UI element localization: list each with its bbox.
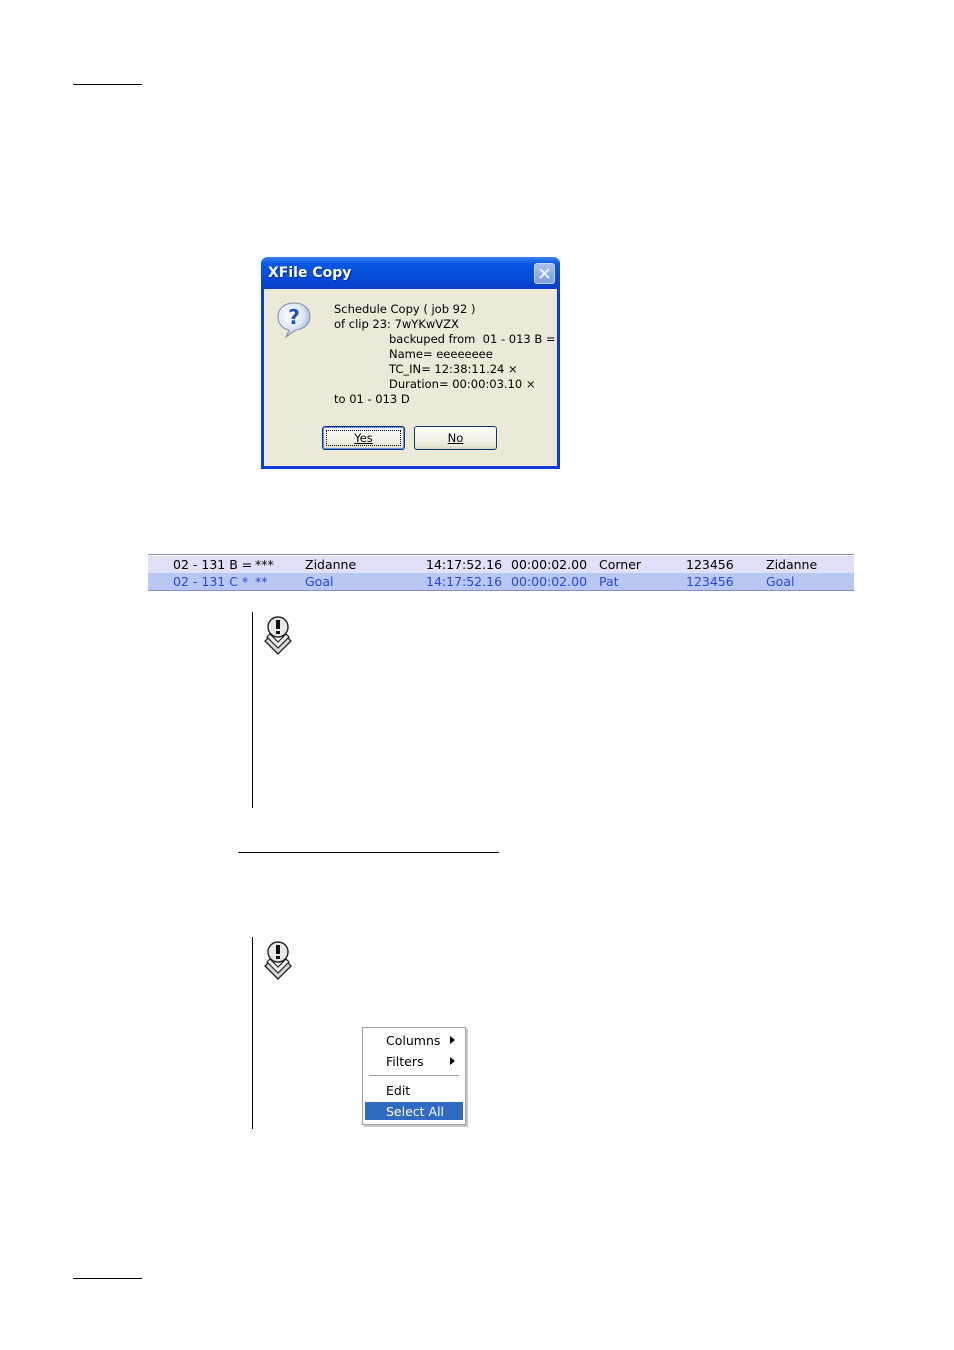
menu-item-label: Filters [386,1054,424,1069]
menu-item-label: Edit [386,1083,411,1098]
cell-duration: 00:00:02.00 [511,574,588,589]
cell-duration: 00:00:02.00 [511,557,588,572]
close-icon [539,268,550,279]
menu-item-label: Columns [386,1033,441,1048]
message-line-7: to 01 - 013 D [334,392,410,406]
cell-tc-in: 14:17:52.16 [426,557,503,572]
menu-item-select-all[interactable]: Select All [365,1102,463,1120]
section-rule [238,852,499,853]
note-bar [252,937,253,1129]
message-line-4: Name= eeeeeeee [389,347,493,361]
message-line-1: Schedule Copy ( job 92 ) [334,302,476,316]
no-button-label: No [447,431,464,445]
cell-code: 123456 [686,574,734,589]
cell-rating: ** [255,574,268,589]
dialog-titlebar[interactable]: XFile Copy [261,257,560,289]
note-icon [264,616,292,655]
submenu-arrow-icon [450,1036,455,1044]
yes-button[interactable]: Yes [322,426,405,450]
cell-player: Goal [766,574,795,589]
clip-table: 02 - 131 B = *** Zidanne 14:17:52.16 00:… [148,554,854,591]
menu-item-filters[interactable]: Filters [365,1052,463,1070]
xfile-copy-dialog: XFile Copy ? Schedule Copy ( job 92 ) of… [261,257,560,469]
message-line-2: of clip 23: 7wYKwVZX [334,317,459,331]
no-button[interactable]: No [414,426,497,450]
cell-keyword: Corner [599,557,642,572]
cell-id: 02 - 131 C * [173,574,249,589]
cell-keyword: Pat [599,574,619,589]
cell-tc-in: 14:17:52.16 [426,574,503,589]
cell-rating: *** [255,557,274,572]
cell-name: Goal [305,574,334,589]
cell-name: Zidanne [305,557,357,572]
note-bar [252,612,253,808]
cell-id: 02 - 131 B = [173,557,253,572]
menu-item-edit[interactable]: Edit [365,1081,463,1099]
cell-code: 123456 [686,557,734,572]
message-line-5: TC_IN= 12:38:11.24 × [389,362,518,376]
table-row[interactable]: 02 - 131 B = *** Zidanne 14:17:52.16 00:… [148,556,854,573]
header-rule [73,84,142,85]
question-icon: ? [277,302,311,339]
close-button[interactable] [534,263,555,284]
cell-player: Zidanne [766,557,818,572]
dialog-body: ? Schedule Copy ( job 92 ) of clip 23: 7… [264,289,557,466]
focus-rect [326,430,401,446]
menu-item-label: Select All [386,1104,445,1119]
message-line-6: Duration= 00:00:03.10 × [389,377,536,391]
svg-text:?: ? [288,305,300,329]
note-icon [264,941,292,980]
menu-item-columns[interactable]: Columns [365,1031,463,1049]
dialog-title: XFile Copy [268,265,352,281]
footer-rule [73,1278,142,1279]
context-menu: Columns Filters Edit Select All [362,1027,466,1125]
menu-separator [369,1075,459,1076]
table-row[interactable]: 02 - 131 C * ** Goal 14:17:52.16 00:00:0… [148,573,854,590]
message-line-3: backuped from 01 - 013 B = [389,332,556,346]
submenu-arrow-icon [450,1057,455,1065]
